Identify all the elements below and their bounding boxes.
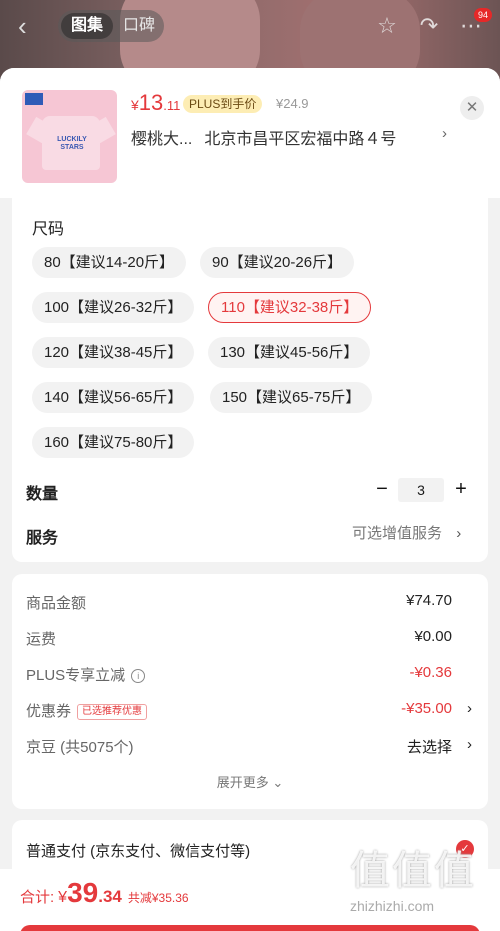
size-option[interactable]: 150【建议65-75斤】: [210, 382, 373, 413]
size-option[interactable]: 130【建议45-56斤】: [208, 337, 371, 368]
decrease-button[interactable]: −: [374, 478, 390, 502]
price-integer: 13: [138, 90, 164, 115]
back-icon[interactable]: ‹: [18, 12, 44, 40]
service-label: 服务: [26, 530, 59, 547]
service-selector[interactable]: 可选增值服务 ›: [352, 522, 461, 543]
original-price: ¥24.9: [276, 96, 309, 111]
coupon-value[interactable]: -¥35.00: [401, 700, 452, 717]
expand-more-label: 展开更多: [216, 775, 269, 790]
quantity-input[interactable]: 3: [398, 478, 444, 502]
quantity-stepper: − 3 +: [374, 478, 474, 502]
fee-card: 商品金额 ¥74.70 运费 ¥0.00 PLUS专享立减 i -¥0.36 优惠…: [12, 574, 488, 809]
watermark-logo: 值值值: [350, 848, 476, 894]
price-symbol: ¥: [131, 97, 139, 113]
gallery-tabs: 图集 口碑: [58, 10, 164, 42]
goods-amount-label: 商品金额: [26, 595, 87, 612]
coupon-row: 优惠券 已选推荐优惠: [26, 700, 148, 721]
site-watermark: 值值值 zhizhizhi.com: [350, 838, 500, 931]
size-option[interactable]: 90【建议20-26斤】: [200, 247, 355, 278]
expand-more-button[interactable]: 展开更多 ⌄: [12, 772, 488, 791]
total-decimal: .34: [98, 887, 122, 906]
close-icon: ✕: [465, 99, 479, 116]
spec-card: 尺码 80【建议14-20斤】 90【建议20-26斤】 100【建议26-32…: [12, 198, 488, 562]
chevron-right-icon: ›: [467, 736, 472, 753]
star-icon[interactable]: ☆: [374, 14, 400, 38]
size-title: 尺码: [32, 221, 65, 238]
plus-discount-label: PLUS专享立减: [26, 667, 126, 684]
shipping-value: ¥0.00: [414, 628, 452, 645]
size-option[interactable]: 120【建议38-45斤】: [32, 337, 195, 368]
product-thumbnail: LUCKILY STARS: [22, 90, 117, 183]
chevron-right-icon: ›: [442, 125, 447, 142]
close-button[interactable]: ✕: [460, 96, 484, 120]
address-name: 樱桃大...: [131, 131, 193, 148]
share-icon[interactable]: ↷: [416, 14, 442, 38]
cart-count-badge: 94: [474, 8, 492, 22]
total-label: 合计:: [20, 889, 55, 906]
chevron-down-icon: ⌄: [272, 775, 284, 790]
tab-gallery[interactable]: 图集: [61, 13, 113, 39]
shipping-label: 运费: [26, 631, 57, 648]
chevron-right-icon: ›: [456, 525, 462, 542]
goods-amount-value: ¥74.70: [406, 592, 452, 609]
delivery-address[interactable]: 樱桃大... 北京市昌平区宏福中路４号: [131, 125, 461, 149]
increase-button[interactable]: +: [452, 478, 470, 502]
jingdou-select[interactable]: 去选择: [407, 736, 452, 757]
plus-price-tag: PLUS到手价: [183, 95, 263, 113]
info-icon[interactable]: i: [131, 669, 146, 683]
purchase-sheet: LUCKILY STARS ¥13.11 PLUS到手价 ¥24.9 ✕ 樱桃大…: [0, 68, 500, 931]
total-symbol: ¥: [58, 889, 68, 906]
size-option-selected[interactable]: 110【建议32-38斤】: [208, 292, 372, 323]
chevron-right-icon: ›: [467, 700, 472, 717]
total-saved: 共减¥35.36: [127, 891, 189, 905]
price-decimal: .11: [163, 98, 181, 113]
total-integer: 39: [67, 877, 99, 908]
plus-discount-row: PLUS专享立减 i: [26, 664, 146, 685]
total-amount: 合计: ¥39.34 共减¥35.36: [20, 877, 189, 909]
service-value: 可选增值服务: [352, 525, 443, 542]
jingdou-label: 京豆 (共5075个): [26, 739, 134, 756]
size-option[interactable]: 100【建议26-32斤】: [32, 292, 195, 323]
coupon-tag: 已选推荐优惠: [77, 704, 148, 720]
product-header: LUCKILY STARS ¥13.11 PLUS到手价 ¥24.9 ✕ 樱桃大…: [0, 68, 500, 198]
payment-method-label[interactable]: 普通支付 (京东支付、微信支付等): [26, 840, 250, 861]
size-option[interactable]: 140【建议56-65斤】: [32, 382, 195, 413]
address-text: 北京市昌平区宏福中路４号: [204, 131, 397, 148]
plus-discount-value: -¥0.36: [409, 664, 452, 681]
top-nav: ‹ 图集 口碑 ☆ ↷ ⋯ 94: [0, 8, 500, 44]
brand-logo-icon: [25, 93, 43, 105]
watermark-url: zhizhizhi.com: [350, 898, 435, 914]
size-option[interactable]: 80【建议14-20斤】: [32, 247, 187, 278]
product-price: ¥13.11: [131, 90, 180, 116]
tab-reviews[interactable]: 口碑: [116, 13, 162, 39]
size-option[interactable]: 160【建议75-80斤】: [32, 427, 195, 458]
tshirt-print-text: LUCKILY STARS: [57, 136, 87, 151]
coupon-label: 优惠券: [26, 703, 72, 720]
quantity-label: 数量: [26, 486, 59, 503]
